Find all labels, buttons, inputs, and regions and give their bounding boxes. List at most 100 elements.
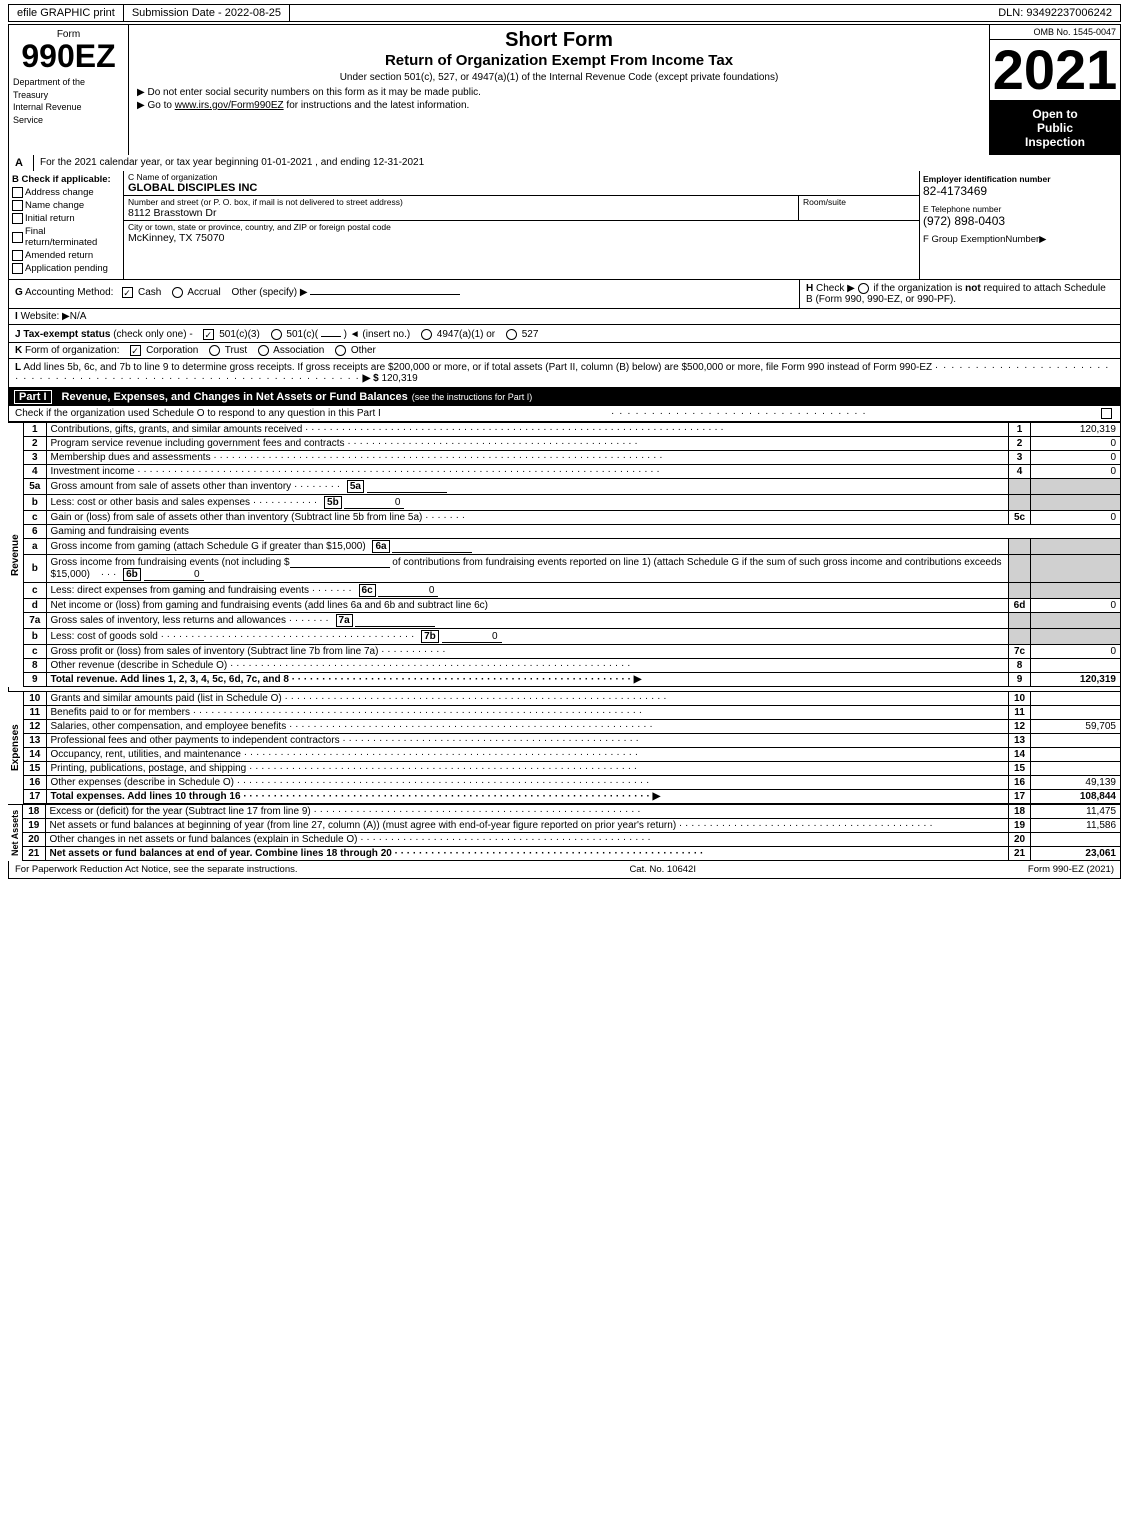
row-lineref-7b (1009, 629, 1031, 645)
group-label: F Group Exemption (923, 234, 1005, 245)
city-value: McKinney, TX 75070 (128, 232, 915, 244)
final-checkbox[interactable] (12, 232, 23, 243)
check-final[interactable]: Final return/terminated (12, 226, 120, 248)
other-value-line[interactable] (310, 283, 460, 295)
527-label: 527 (522, 329, 539, 340)
row-num-14: 14 (24, 748, 46, 762)
row-amount-15 (1031, 762, 1121, 776)
row-num-10: 10 (24, 692, 46, 706)
address-label: Address change (25, 187, 94, 198)
table-row: b Less: cost of goods sold · · · · · · ·… (24, 629, 1121, 645)
501c3-label: 501(c)(3) (219, 329, 260, 340)
row-amount-6c (1031, 583, 1121, 599)
initial-checkbox[interactable] (12, 213, 23, 224)
row-desc-6a: Gross income from gaming (attach Schedul… (46, 539, 1009, 555)
j-opt1[interactable]: 501(c)(3) (203, 329, 262, 340)
assoc-label: Association (273, 345, 324, 356)
h-radio[interactable] (858, 283, 869, 294)
j-opt2[interactable]: 501(c)( ) ◄ (insert no.) (271, 329, 413, 340)
501c3-checkbox[interactable] (203, 329, 214, 340)
row-num-6d: d (24, 599, 46, 613)
row-num-3: 3 (24, 451, 46, 465)
accrual-option[interactable]: Accrual (172, 287, 223, 298)
other-radio[interactable] (335, 345, 346, 356)
phone-label: E Telephone number (923, 204, 1117, 214)
row-num-9: 9 (24, 673, 46, 687)
527-radio[interactable] (506, 329, 517, 340)
j-opt4[interactable]: 527 (506, 329, 538, 340)
check-note: Check if the organization used Schedule … (15, 408, 381, 419)
other-option: Other (specify) ▶ (231, 287, 460, 298)
corp-label: Corporation (146, 345, 198, 356)
org-name-value: GLOBAL DISCIPLES INC (128, 182, 915, 194)
table-row: 17 Total expenses. Add lines 10 through … (24, 790, 1121, 804)
accrual-radio[interactable] (172, 287, 183, 298)
row-amount-20 (1031, 833, 1121, 847)
row-desc-17: Total expenses. Add lines 10 through 16 … (46, 790, 1009, 804)
row-amount-1: 120,319 (1031, 423, 1121, 437)
address-checkbox[interactable] (12, 187, 23, 198)
name-label: Name change (25, 200, 84, 211)
check-address[interactable]: Address change (12, 187, 120, 198)
row-lineref-7c: 7c (1009, 645, 1031, 659)
corp-checkbox[interactable] (130, 345, 141, 356)
j-opt3[interactable]: 4947(a)(1) or (421, 329, 498, 340)
row-amount-13 (1031, 734, 1121, 748)
row-num-16: 16 (24, 776, 46, 790)
street-col: Number and street (or P. O. box, if mail… (124, 196, 799, 220)
open-inspection: Inspection (1025, 135, 1085, 149)
k-corp[interactable]: Corporation (130, 345, 201, 356)
row-lineref-8: 8 (1009, 659, 1031, 673)
amended-checkbox[interactable] (12, 250, 23, 261)
row-lineref-21: 21 (1009, 847, 1031, 861)
row-desc-6d: Net income or (loss) from gaming and fun… (46, 599, 1009, 613)
part-i-header: Part I Revenue, Expenses, and Changes in… (8, 388, 1121, 406)
part-i-checkbox[interactable] (1101, 408, 1112, 419)
k-trust[interactable]: Trust (209, 345, 250, 356)
check-initial[interactable]: Initial return (12, 213, 120, 224)
row-amount-16: 49,139 (1031, 776, 1121, 790)
h-text: Check ▶ (816, 283, 855, 294)
j-text: Tax-exempt status (23, 329, 110, 340)
row-desc-5b: Less: cost or other basis and sales expe… (46, 495, 1009, 511)
group-row: F Group Exemption Number ▶ (923, 234, 1117, 245)
k-assoc[interactable]: Association (258, 345, 327, 356)
row-lineref-13: 13 (1009, 734, 1031, 748)
trust-radio[interactable] (209, 345, 220, 356)
ein-value: 82-4173469 (923, 184, 1117, 198)
row-num-4: 4 (24, 465, 46, 479)
table-row: 11 Benefits paid to or for members · · ·… (24, 706, 1121, 720)
room-col: Room/suite (799, 196, 919, 220)
irs-link[interactable]: www.irs.gov/Form990EZ (175, 100, 284, 111)
page: efile GRAPHIC print Submission Date - 20… (0, 0, 1129, 883)
row-desc-20: Other changes in net assets or fund bala… (45, 833, 1009, 847)
assoc-radio[interactable] (258, 345, 269, 356)
row-amount-9: 120,319 (1031, 673, 1121, 687)
row-desc-9: Total revenue. Add lines 1, 2, 3, 4, 5c,… (46, 673, 1009, 687)
check-pending[interactable]: Application pending (12, 263, 120, 274)
k-other[interactable]: Other (335, 345, 376, 356)
org-name-row: C Name of organization GLOBAL DISCIPLES … (124, 171, 919, 196)
row-desc-10: Grants and similar amounts paid (list in… (46, 692, 1009, 706)
check-name[interactable]: Name change (12, 200, 120, 211)
dln: DLN: 93492237006242 (990, 5, 1120, 21)
l-arrow: ▶ $ (363, 373, 379, 384)
table-row: 4 Investment income · · · · · · · · · · … (24, 465, 1121, 479)
row-lineref-1: 1 (1009, 423, 1031, 437)
net-assets-side-label: Net Assets (8, 804, 23, 861)
501c-radio[interactable] (271, 329, 282, 340)
j-note: (check only one) - (113, 329, 192, 340)
expenses-side-label: Expenses (8, 691, 24, 804)
city-label: City or town, state or province, country… (128, 222, 915, 232)
cash-checkbox[interactable] (122, 287, 133, 298)
section-d: Employer identification number 82-417346… (920, 171, 1120, 279)
row-num-19: 19 (23, 819, 45, 833)
pending-checkbox[interactable] (12, 263, 23, 274)
cash-option[interactable]: Cash (122, 287, 164, 298)
final-label: Final return/terminated (25, 226, 120, 248)
revenue-side-label: Revenue (8, 422, 24, 687)
check-amended[interactable]: Amended return (12, 250, 120, 261)
name-checkbox[interactable] (12, 200, 23, 211)
4947-radio[interactable] (421, 329, 432, 340)
row-amount-17: 108,844 (1031, 790, 1121, 804)
